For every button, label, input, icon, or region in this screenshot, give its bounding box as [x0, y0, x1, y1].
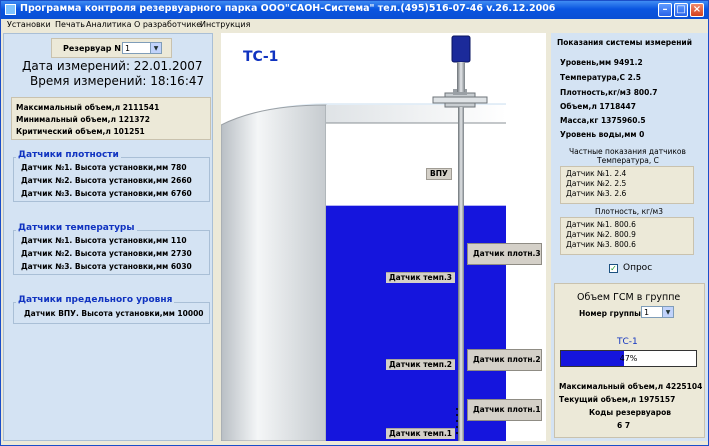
density-reading-1: Датчик №1. 800.6: [566, 220, 636, 229]
tank-codes-label: Коды резервуаров: [589, 408, 671, 417]
density-sensor-2: Датчик №2. Высота установки,мм 2660: [21, 176, 192, 185]
density-sensor-2-label: Датчик плотн.2: [467, 349, 542, 371]
limit-sensors-group: Датчики предельного уровня Датчик ВПУ. В…: [13, 295, 210, 324]
max-volume: Максимальный объем,л 2111541: [16, 103, 160, 112]
limit-group-title: Датчики предельного уровня: [16, 295, 175, 305]
menu-instructions[interactable]: Инструкция: [200, 20, 250, 29]
menu-bar: Установки Печать Аналитика О разработчик…: [1, 19, 708, 31]
tank-graphic: [221, 33, 546, 441]
poll-label[interactable]: Опрос: [623, 263, 652, 273]
temperature-header: Температура, С: [597, 156, 659, 165]
temp-reading-3: Датчик №3. 2.6: [566, 189, 627, 198]
right-panel: Показания системы измерений Уровень,мм 9…: [551, 33, 708, 441]
density-sensor-1-label: Датчик плотн.1: [467, 399, 542, 421]
temp-sensor-1: Датчик №1. Высота установки,мм 110: [21, 236, 187, 245]
left-panel: Резервуар N 1 ▼ Дата измерений: 22.01.20…: [3, 33, 213, 441]
density-reading-3: Датчик №3. 800.6: [566, 240, 636, 249]
temp-reading-1: Датчик №1. 2.4: [566, 169, 627, 178]
reading-level: Уровень,мм 9491.2: [560, 58, 643, 67]
group-volume-box: Объем ГСМ в группе Номер группы 1 ▼ ТС-1…: [554, 283, 705, 438]
tank-codes-value: 6 7: [617, 421, 631, 430]
temp-sensor-3: Датчик №3. Высота установки,мм 6030: [21, 262, 192, 271]
density-sensor-1: Датчик №1. Высота установки,мм 780: [21, 163, 187, 172]
vpu-label: ВПУ: [426, 168, 452, 180]
density-header: Плотность, кг/м3: [595, 207, 663, 216]
group-current-volume: Текущий объем,л 1975157: [559, 395, 676, 404]
group-tank-label: ТС-1: [617, 337, 638, 347]
reading-water-level: Уровень воды,мм 0: [560, 130, 645, 139]
temp-sensor-2-label: Датчик темп.2: [386, 359, 456, 370]
tank-label: ТС-1: [243, 49, 279, 65]
reading-temperature: Температура,С 2.5: [560, 73, 641, 82]
chevron-down-icon[interactable]: ▼: [150, 43, 161, 53]
group-max-volume: Максимальный объем,л 4225104: [559, 382, 703, 391]
density-reading-2: Датчик №2. 800.9: [566, 230, 636, 239]
group-number-value: 1: [644, 308, 650, 317]
measurement-date: Дата измерений: 22.01.2007: [22, 59, 203, 73]
density-sensor-3: Датчик №3. Высота установки,мм 6760: [21, 189, 192, 198]
title-bar: Программа контроля резервуарного парка О…: [1, 1, 708, 19]
maximize-icon[interactable]: □: [674, 3, 688, 17]
critical-volume: Критический объем,л 101251: [16, 127, 145, 136]
temp-sensor-3-label: Датчик темп.3: [386, 272, 456, 283]
partial-readings-header: Частные показания датчиков: [569, 147, 686, 156]
group-volume-title: Объем ГСМ в группе: [577, 292, 681, 303]
menu-analytics[interactable]: Аналитика: [86, 20, 132, 29]
minimize-icon[interactable]: –: [658, 3, 672, 17]
density-sensors-group: Датчики плотности Датчик №1. Высота уста…: [13, 150, 210, 202]
temperature-sensors-group: Датчики температуры Датчик №1. Высота ус…: [13, 223, 210, 275]
reading-mass: Масса,кг 1375960.5: [560, 116, 646, 125]
app-icon: [5, 4, 16, 15]
readings-header: Показания системы измерений: [557, 38, 692, 47]
poll-checkbox[interactable]: ✓: [609, 264, 618, 273]
tank-select-box: Резервуар N 1 ▼: [51, 38, 172, 58]
group-number-label: Номер группы: [579, 309, 641, 318]
group-progress-label: 47%: [619, 354, 638, 363]
temperature-group-title: Датчики температуры: [16, 223, 137, 233]
measurement-time: Время измерений: 18:16:47: [30, 74, 205, 88]
density-readings-box: Датчик №1. 800.6 Датчик №2. 800.9 Датчик…: [560, 217, 694, 255]
group-progress-bar: 47%: [560, 350, 697, 367]
menu-print[interactable]: Печать: [55, 20, 85, 29]
chevron-down-icon[interactable]: ▼: [662, 307, 673, 317]
tank-select-label: Резервуар N: [63, 44, 121, 53]
tank-diagram: ТС-1 ВПУ Датчик плотн.3 Датчик плотн.2 Д…: [221, 33, 546, 441]
app-window: Программа контроля резервуарного парка О…: [0, 0, 709, 446]
min-volume: Минимальный объем,л 121372: [16, 115, 150, 124]
reading-density: Плотность,кг/м3 800.7: [560, 88, 658, 97]
group-number-dropdown[interactable]: 1 ▼: [641, 306, 674, 318]
menu-settings[interactable]: Установки: [7, 20, 51, 29]
close-icon[interactable]: ×: [690, 3, 704, 17]
temp-sensor-1-label: Датчик темп.1: [386, 428, 456, 439]
temperature-readings-box: Датчик №1. 2.4 Датчик №2. 2.5 Датчик №3.…: [560, 166, 694, 204]
density-sensor-3-label: Датчик плотн.3: [467, 243, 542, 265]
temp-reading-2: Датчик №2. 2.5: [566, 179, 627, 188]
tank-select-value: 1: [125, 44, 131, 53]
reading-volume: Объем,л 1718447: [560, 102, 636, 111]
volumes-box: Максимальный объем,л 2111541 Минимальный…: [11, 97, 211, 140]
tank-select-dropdown[interactable]: 1 ▼: [122, 42, 162, 54]
temp-sensor-2: Датчик №2. Высота установки,мм 2730: [21, 249, 192, 258]
density-group-title: Датчики плотности: [16, 150, 121, 160]
limit-sensor-vpu: Датчик ВПУ. Высота установки,мм 10000: [24, 309, 204, 318]
window-title: Программа контроля резервуарного парка О…: [20, 3, 556, 14]
menu-about[interactable]: О разработчике: [134, 20, 201, 29]
